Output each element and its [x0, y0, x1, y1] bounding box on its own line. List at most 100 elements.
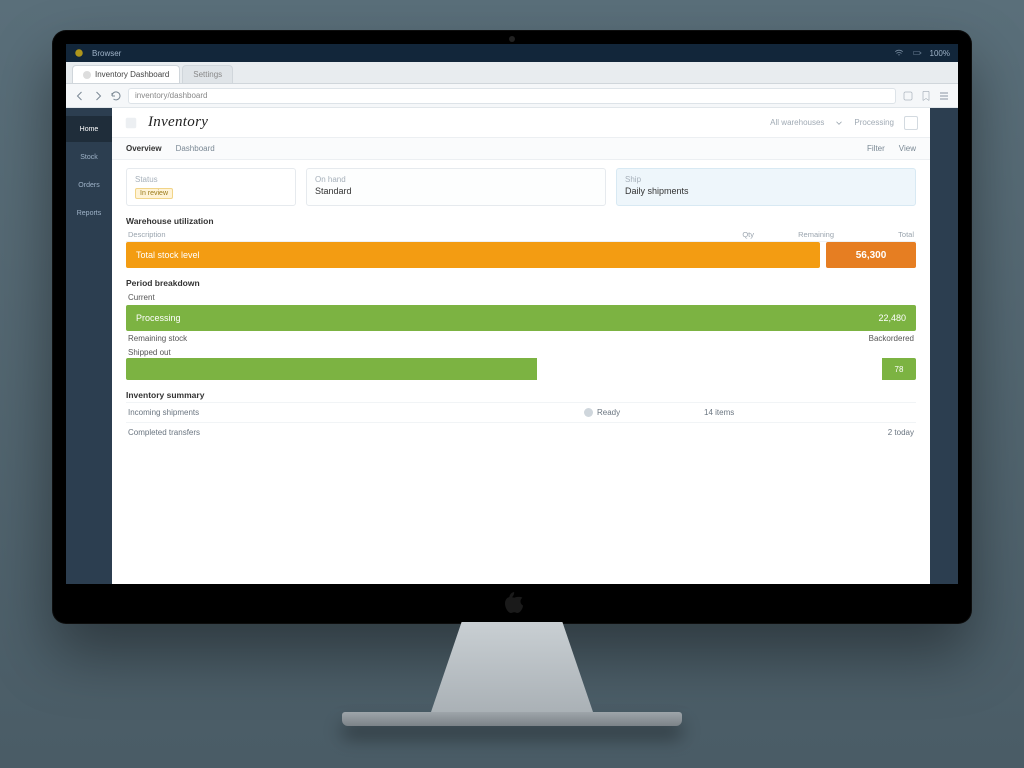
forward-icon[interactable] — [92, 90, 104, 102]
os-app-name: Browser — [92, 49, 121, 58]
header-meta: Processing — [854, 118, 894, 127]
app-header: Inventory All warehouses Processing — [112, 108, 930, 138]
reload-icon[interactable] — [110, 90, 122, 102]
section-utilization: Warehouse utilization Description Qty Re… — [126, 214, 916, 268]
header-meta: All warehouses — [770, 118, 824, 127]
cell-status: Ready — [597, 408, 620, 417]
sidebar-item-label: Stock — [80, 154, 98, 161]
header-action-icon[interactable] — [904, 116, 918, 130]
monitor-foot — [342, 712, 682, 726]
favicon-icon — [83, 71, 91, 79]
section-title: Period breakdown — [126, 276, 916, 290]
bar-label: Total stock level — [136, 250, 200, 260]
status-dot-icon — [584, 408, 593, 417]
battery-percent: 100% — [930, 49, 950, 58]
table-row[interactable]: Completed transfers 2 today — [126, 422, 916, 442]
url-text: inventory/dashboard — [135, 91, 208, 100]
browser-tab-active[interactable]: Inventory Dashboard — [72, 65, 180, 83]
cell-right: 2 today — [824, 428, 914, 437]
page-title: Inventory — [148, 114, 208, 131]
table-row[interactable]: Incoming shipments Ready 14 items — [126, 402, 916, 422]
card-value: Daily shipments — [625, 186, 907, 196]
card-label: On hand — [315, 175, 597, 184]
sidebar-item-reports[interactable]: Reports — [66, 200, 112, 226]
subnav-lead[interactable]: Overview — [126, 144, 162, 153]
chevron-down-icon[interactable] — [834, 118, 844, 128]
col-remaining: Remaining — [754, 230, 834, 239]
apple-logo-icon — [501, 592, 523, 614]
bookmark-icon[interactable] — [920, 90, 932, 102]
total-stock-bar[interactable]: Total stock level — [126, 242, 820, 268]
section-breakdown: Period breakdown Current Processing 22,4… — [126, 276, 916, 380]
sidebar-item-stock[interactable]: Stock — [66, 144, 112, 170]
list-row: Shipped out — [126, 346, 916, 358]
sub-nav: Overview Dashboard Filter View — [112, 138, 930, 160]
cell-label: Completed transfers — [128, 428, 584, 437]
card-label: Status — [135, 175, 287, 184]
back-icon[interactable] — [74, 90, 86, 102]
row-label: Shipped out — [128, 348, 171, 357]
sidebar-item-label: Home — [80, 126, 99, 133]
row-value: Backordered — [869, 334, 914, 343]
browser-tab[interactable]: Settings — [182, 65, 233, 83]
card-status: Status In review — [126, 168, 296, 206]
bar-value: 56,300 — [856, 250, 887, 261]
section-summary: Inventory summary Incoming shipments Rea… — [126, 388, 916, 442]
cell-detail — [704, 428, 824, 437]
status-badge: In review — [135, 188, 173, 199]
os-menubar: Browser 100% — [66, 44, 958, 62]
sidebar-item-home[interactable]: Home — [66, 116, 112, 142]
menu-icon[interactable] — [938, 90, 950, 102]
sidebar-item-label: Reports — [77, 210, 102, 217]
sidebar-item-label: Orders — [78, 182, 99, 189]
subnav-filter[interactable]: Filter — [867, 144, 885, 153]
col-desc: Description — [128, 230, 674, 239]
extensions-icon[interactable] — [902, 90, 914, 102]
subnav-view[interactable]: View — [899, 144, 916, 153]
camera-dot — [509, 36, 515, 42]
cell-right — [824, 408, 914, 417]
os-logo-icon — [74, 48, 84, 58]
card-ship[interactable]: Ship Daily shipments — [616, 168, 916, 206]
list-row: Remaining stock Backordered — [126, 331, 916, 346]
app-shell: Home Stock Orders Reports Inventory All … — [66, 108, 958, 584]
cell-status — [584, 428, 704, 437]
main-panel: Inventory All warehouses Processing Over… — [112, 108, 930, 584]
tab-label: Settings — [193, 70, 222, 79]
row-label: Current — [128, 293, 155, 302]
col-total: Total — [834, 230, 914, 239]
processing-bar[interactable]: Processing 22,480 — [126, 305, 916, 331]
bar-label: Processing — [136, 313, 181, 323]
section-title: Inventory summary — [126, 388, 916, 402]
total-stock-value: 56,300 — [826, 242, 916, 268]
progress-track — [537, 358, 882, 380]
row-label: Remaining stock — [128, 334, 187, 343]
card-value: Standard — [315, 186, 597, 196]
content-area: Status In review On hand Standard Ship D… — [112, 160, 930, 584]
monitor-stand — [422, 622, 602, 712]
breadcrumb[interactable]: Dashboard — [176, 144, 215, 153]
battery-icon — [912, 48, 922, 58]
right-gutter — [930, 108, 958, 584]
cell-detail: 14 items — [704, 408, 824, 417]
monitor-frame: Browser 100% Inventory Dashboard Setting… — [52, 30, 972, 624]
summary-table: Incoming shipments Ready 14 items Comple… — [126, 402, 916, 442]
column-headers: Description Qty Remaining Total — [126, 228, 916, 242]
screen: Browser 100% Inventory Dashboard Setting… — [66, 44, 958, 584]
card-onhand[interactable]: On hand Standard — [306, 168, 606, 206]
url-bar[interactable]: inventory/dashboard — [128, 88, 896, 104]
summary-cards: Status In review On hand Standard Ship D… — [126, 168, 916, 206]
sidebar-item-orders[interactable]: Orders — [66, 172, 112, 198]
sidebar: Home Stock Orders Reports — [66, 108, 112, 584]
section-title: Warehouse utilization — [126, 214, 916, 228]
browser-toolbar: inventory/dashboard — [66, 84, 958, 108]
list-row: Current — [126, 290, 916, 305]
cell-label: Incoming shipments — [128, 408, 584, 417]
browser-tabstrip: Inventory Dashboard Settings — [66, 62, 958, 84]
card-label: Ship — [625, 175, 907, 184]
progress-value: 78 — [882, 358, 916, 380]
partial-progress-bar[interactable]: 78 — [126, 358, 916, 380]
bar-value: 22,480 — [878, 313, 906, 323]
orange-bar-row: Total stock level 56,300 — [126, 242, 916, 268]
app-logo-icon — [124, 116, 138, 130]
